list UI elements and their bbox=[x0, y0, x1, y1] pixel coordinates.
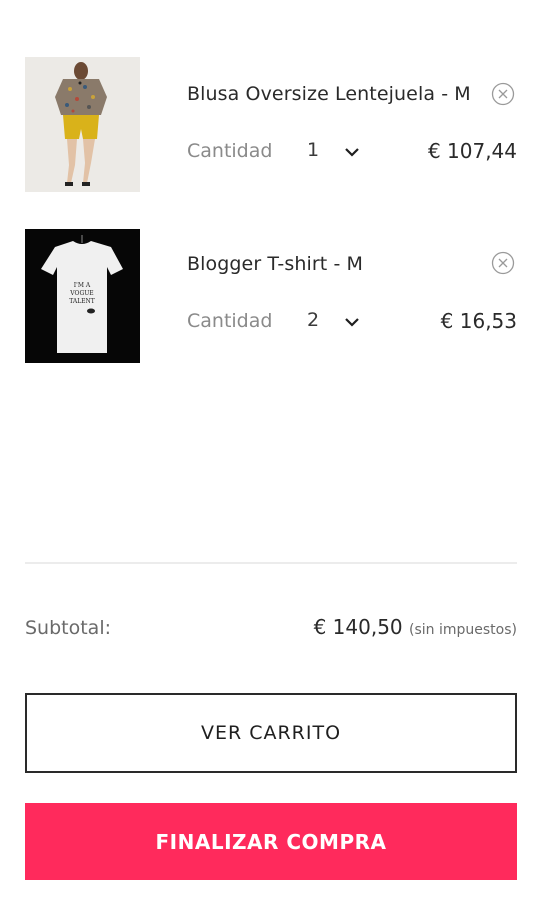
product-image[interactable]: I'M A VOGUE TALENT bbox=[25, 229, 140, 363]
svg-text:VOGUE: VOGUE bbox=[69, 290, 93, 297]
quantity-value: 2 bbox=[307, 309, 320, 331]
chevron-down-icon bbox=[345, 318, 359, 327]
quantity-select[interactable]: 2 bbox=[303, 307, 373, 337]
tax-note: (sin impuestos) bbox=[409, 622, 517, 638]
quantity-label: Cantidad bbox=[187, 310, 273, 332]
quantity-label: Cantidad bbox=[187, 140, 273, 162]
view-cart-button[interactable]: VER CARRITO bbox=[25, 693, 517, 773]
subtotal-label: Subtotal: bbox=[25, 617, 112, 639]
cart-item: I'M A VOGUE TALENT Blogger T-shirt - M C… bbox=[25, 229, 517, 363]
product-image[interactable] bbox=[25, 57, 140, 192]
blouse-photo bbox=[25, 57, 140, 192]
quantity-select[interactable]: 1 bbox=[303, 137, 373, 167]
chevron-down-icon bbox=[345, 148, 359, 157]
item-price: € 107,44 bbox=[427, 139, 517, 163]
quantity-value: 1 bbox=[307, 139, 320, 161]
checkout-button[interactable]: FINALIZAR COMPRA bbox=[25, 803, 517, 880]
remove-item-icon[interactable] bbox=[491, 82, 515, 106]
svg-text:TALENT: TALENT bbox=[69, 298, 95, 305]
product-name[interactable]: Blogger T-shirt - M bbox=[187, 253, 363, 275]
subtotal-amount: € 140,50 (sin impuestos) bbox=[314, 615, 517, 639]
svg-text:I'M A: I'M A bbox=[74, 282, 91, 289]
divider bbox=[25, 562, 517, 564]
product-name[interactable]: Blusa Oversize Lentejuela - M bbox=[187, 83, 471, 105]
subtotal-value: € 140,50 bbox=[313, 615, 403, 639]
cart-item: Blusa Oversize Lentejuela - M Cantidad 1… bbox=[25, 57, 517, 192]
tshirt-photo: I'M A VOGUE TALENT bbox=[25, 229, 140, 363]
item-price: € 16,53 bbox=[440, 309, 517, 333]
remove-item-icon[interactable] bbox=[491, 251, 515, 275]
